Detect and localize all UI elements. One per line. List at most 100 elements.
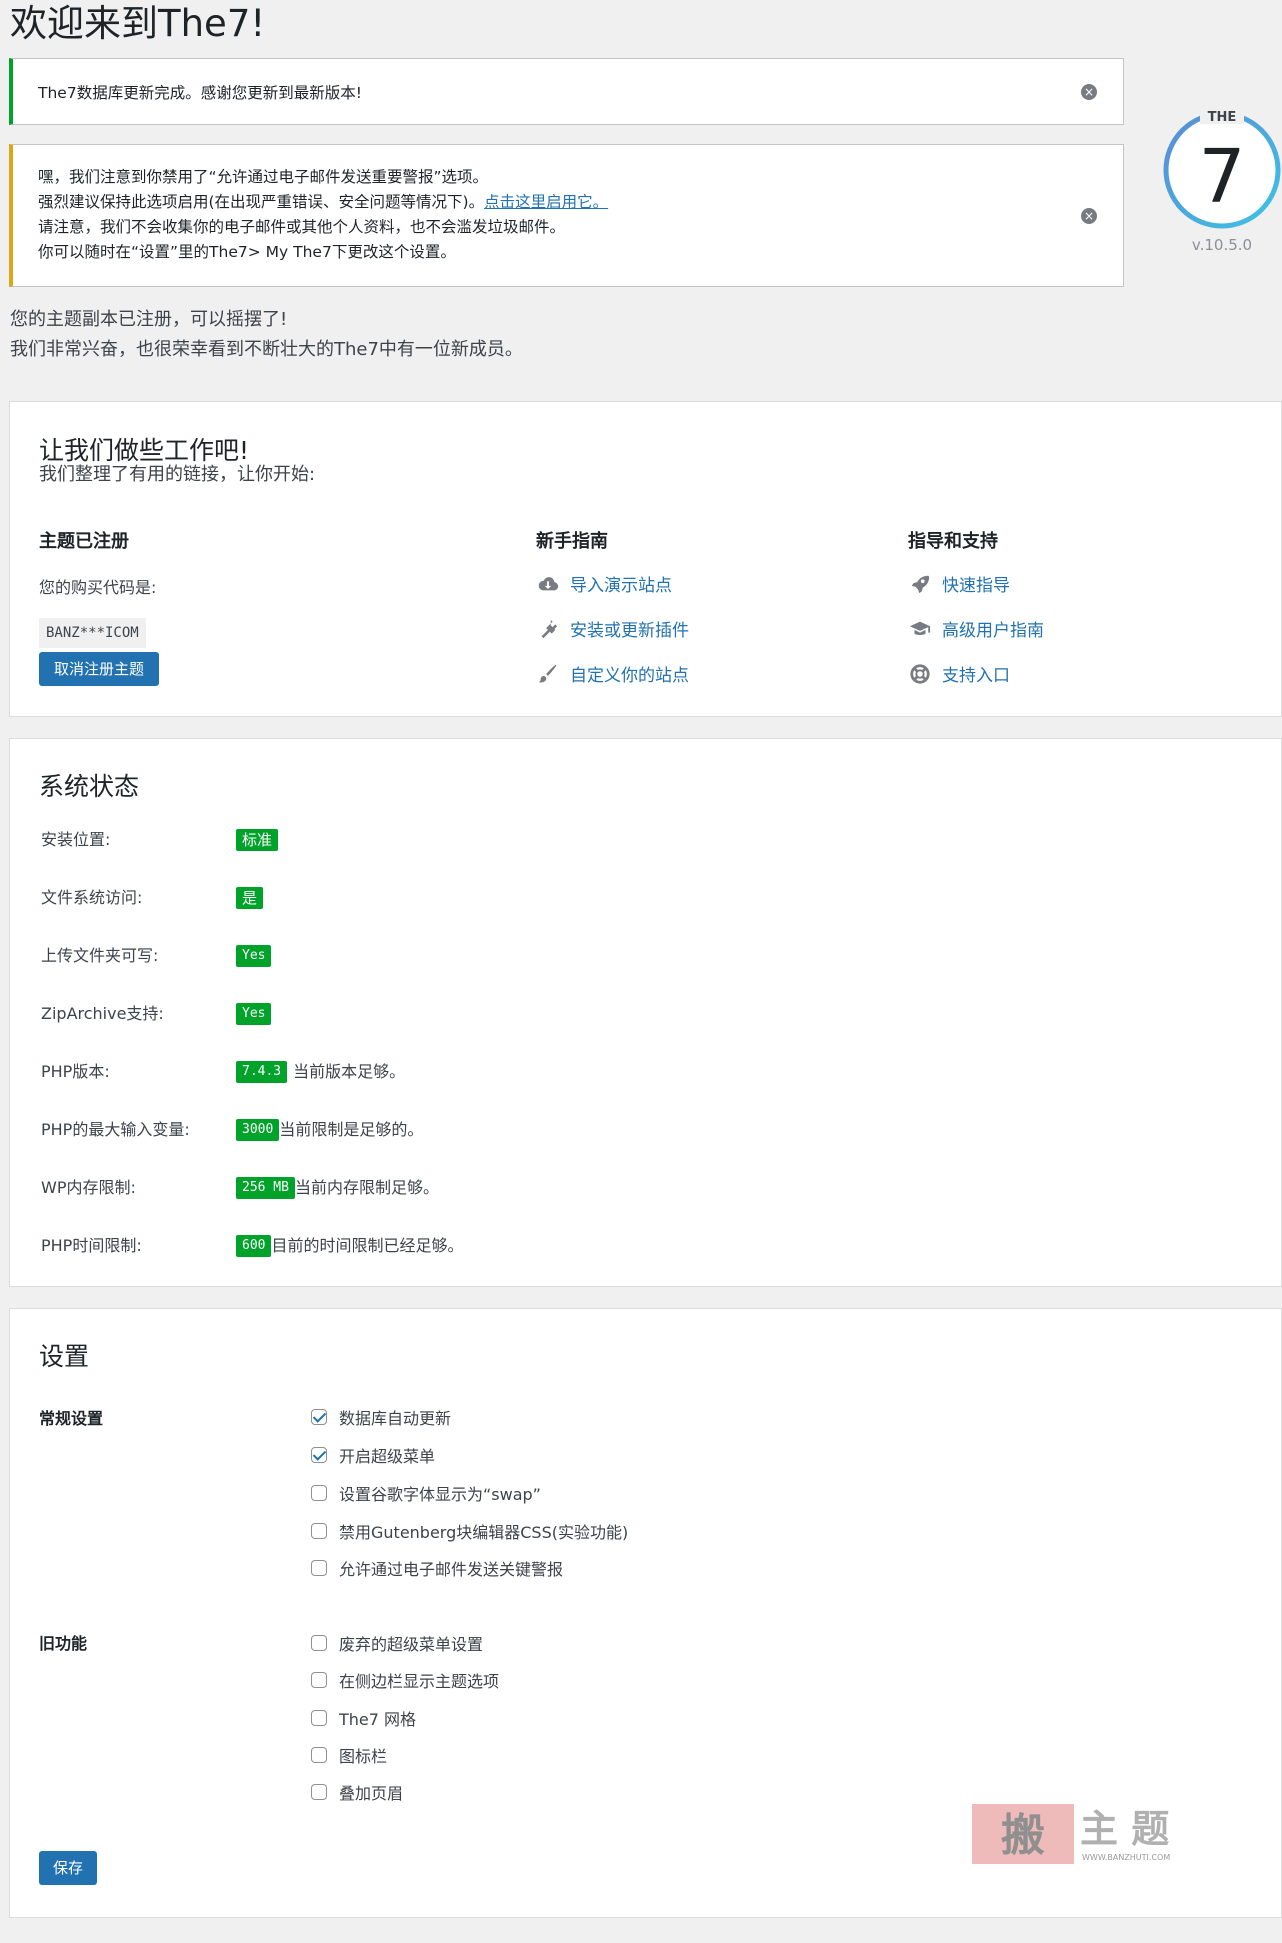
card-subtitle: 我们整理了有用的链接，让你开始: — [39, 464, 316, 485]
status-label: WP内存限制: — [41, 1178, 136, 1197]
link-label: 安装或更新插件 — [570, 621, 689, 641]
dismiss-icon[interactable]: × — [1081, 84, 1097, 100]
status-label: 安装位置: — [41, 830, 111, 849]
guide-heading: 新手指南 — [536, 531, 608, 552]
link-label: 自定义你的站点 — [570, 666, 689, 686]
lifebuoy-icon — [908, 662, 932, 686]
option-db-auto-update[interactable]: 数据库自动更新 — [311, 1405, 451, 1429]
link-label: 快速指导 — [942, 576, 1010, 596]
install-plugins-link[interactable]: 安装或更新插件 — [536, 616, 689, 641]
watermark-text: 主 题 — [1080, 1806, 1169, 1851]
enable-alerts-link[interactable]: 点击这里启用它。 — [484, 193, 608, 211]
legacy-settings-label: 旧功能 — [39, 1634, 88, 1653]
db-update-notice: The7数据库更新完成。感谢您更新到最新版本! × — [9, 58, 1124, 125]
advanced-guide-link[interactable]: 高级用户指南 — [908, 616, 1044, 641]
checkbox[interactable] — [311, 1784, 327, 1800]
option-label: 数据库自动更新 — [339, 1409, 452, 1428]
checkbox[interactable] — [311, 1672, 327, 1688]
the7-logo: THE 7 — [1160, 108, 1282, 232]
status-label: 文件系统访问: — [41, 888, 143, 907]
getting-started-card: 让我们做些工作吧! 我们整理了有用的链接，让你开始: 主题已注册 您的购买代码是… — [9, 401, 1282, 717]
option-label: 禁用Gutenberg块编辑器CSS(实验功能) — [339, 1523, 629, 1542]
status-label: ZipArchive支持: — [41, 1004, 164, 1023]
watermark-url: WWW.BANZHUTI.COM — [1082, 1853, 1170, 1862]
status-badge: Yes — [236, 1003, 272, 1025]
purchase-code-label: 您的购买代码是: — [39, 578, 157, 597]
status-badge: 3000 — [236, 1119, 280, 1141]
watermark-seal: 搬 — [1001, 1810, 1045, 1861]
watermark: 搬 主 题 WWW.BANZHUTI.COM — [970, 1800, 1200, 1870]
status-badge: 256 MB — [236, 1177, 295, 1199]
warning-line-2-text: 强烈建议保持此选项启用(在出现严重错误、安全问题等情况下)。 — [38, 193, 485, 211]
checkbox[interactable] — [311, 1409, 327, 1425]
option-disable-gutenberg-css[interactable]: 禁用Gutenberg块编辑器CSS(实验功能) — [311, 1519, 628, 1543]
notice-text: The7数据库更新完成。感谢您更新到最新版本! — [38, 84, 362, 102]
graduation-cap-icon — [908, 617, 932, 641]
support-heading: 指导和支持 — [908, 531, 998, 552]
option-label: 设置谷歌字体显示为“swap” — [339, 1485, 541, 1504]
customize-site-link[interactable]: 自定义你的站点 — [536, 661, 689, 686]
email-alert-notice: 嘿，我们注意到你禁用了“允许通过电子邮件发送重要警报”选项。 强烈建议保持此选项… — [9, 144, 1124, 287]
card-title: 设置 — [39, 1342, 90, 1371]
option-email-alerts[interactable]: 允许通过电子邮件发送关键警报 — [311, 1556, 563, 1580]
option-legacy-mega-menu[interactable]: 废弃的超级菜单设置 — [311, 1631, 483, 1655]
status-label: 上传文件夹可写: — [41, 946, 159, 965]
general-settings-label: 常规设置 — [39, 1409, 104, 1428]
card-title: 系统状态 — [39, 772, 140, 801]
status-badge: 是 — [236, 887, 264, 909]
status-badge: 标准 — [236, 829, 279, 851]
save-button[interactable]: 保存 — [39, 1851, 97, 1885]
checkbox[interactable] — [311, 1560, 327, 1576]
brush-icon — [536, 662, 560, 686]
status-note: 当前版本足够。 — [293, 1062, 406, 1081]
support-portal-link[interactable]: 支持入口 — [908, 661, 1010, 686]
status-note: 目前的时间限制已经足够。 — [271, 1236, 464, 1255]
warning-line-1: 嘿，我们注意到你禁用了“允许通过电子邮件发送重要警报”选项。 — [38, 168, 489, 186]
rocket-icon — [908, 572, 932, 596]
status-badge: 7.4.3 — [236, 1061, 288, 1083]
option-sidebar-theme-options[interactable]: 在侧边栏显示主题选项 — [311, 1668, 499, 1692]
checkbox[interactable] — [311, 1747, 327, 1763]
checkbox[interactable] — [311, 1635, 327, 1651]
deregister-button[interactable]: 取消注册主题 — [39, 652, 159, 686]
option-label: 叠加页眉 — [339, 1784, 404, 1803]
logo-digit: 7 — [1198, 134, 1245, 220]
option-the7-grid[interactable]: The7 网格 — [311, 1706, 416, 1730]
link-label: 导入演示站点 — [570, 576, 672, 596]
option-label: 在侧边栏显示主题选项 — [339, 1672, 500, 1691]
option-label: The7 网格 — [339, 1710, 417, 1729]
import-demo-link[interactable]: 导入演示站点 — [536, 571, 672, 596]
option-google-fonts-swap[interactable]: 设置谷歌字体显示为“swap” — [311, 1481, 541, 1505]
warning-line-2: 强烈建议保持此选项启用(在出现严重错误、安全问题等情况下)。点击这里启用它。 — [38, 190, 608, 215]
registered-heading: 主题已注册 — [39, 531, 129, 552]
page-title: 欢迎来到The7! — [10, 2, 266, 45]
system-status-card: 系统状态 安装位置: 标准 文件系统访问: 是 上传文件夹可写: Yes Zip… — [9, 738, 1282, 1287]
plugin-icon — [536, 617, 560, 641]
intro-line-2: 我们非常兴奋，也很荣幸看到不断壮大的The7中有一位新成员。 — [10, 339, 523, 360]
status-badge: Yes — [236, 945, 272, 967]
option-label: 图标栏 — [339, 1747, 388, 1766]
checkbox[interactable] — [311, 1447, 327, 1463]
cloud-download-icon — [536, 572, 560, 596]
option-icon-bar[interactable]: 图标栏 — [311, 1743, 387, 1767]
status-label: PHP版本: — [41, 1062, 110, 1081]
theme-version: v.10.5.0 — [1191, 236, 1253, 254]
registration-intro: 您的主题副本已注册，可以摇摆了! 我们非常兴奋，也很荣幸看到不断壮大的The7中… — [10, 305, 523, 365]
checkbox[interactable] — [311, 1710, 327, 1726]
checkbox[interactable] — [311, 1523, 327, 1539]
checkbox[interactable] — [311, 1485, 327, 1501]
dismiss-icon[interactable]: × — [1081, 208, 1097, 224]
option-overlay-header[interactable]: 叠加页眉 — [311, 1780, 403, 1804]
intro-line-1: 您的主题副本已注册，可以摇摆了! — [10, 309, 288, 330]
status-note: 当前内存限制足够。 — [294, 1178, 439, 1197]
status-badge: 600 — [236, 1235, 272, 1257]
link-label: 支持入口 — [942, 666, 1010, 686]
logo-brand: THE — [1208, 110, 1237, 125]
quick-guide-link[interactable]: 快速指导 — [908, 571, 1010, 596]
option-label: 开启超级菜单 — [339, 1447, 436, 1466]
status-note: 当前限制是足够的。 — [279, 1120, 424, 1139]
option-mega-menu[interactable]: 开启超级菜单 — [311, 1443, 435, 1467]
status-label: PHP时间限制: — [41, 1236, 142, 1255]
option-label: 废弃的超级菜单设置 — [339, 1635, 484, 1654]
warning-line-4: 你可以随时在“设置”里的The7> My The7下更改这个设置。 — [38, 243, 456, 261]
